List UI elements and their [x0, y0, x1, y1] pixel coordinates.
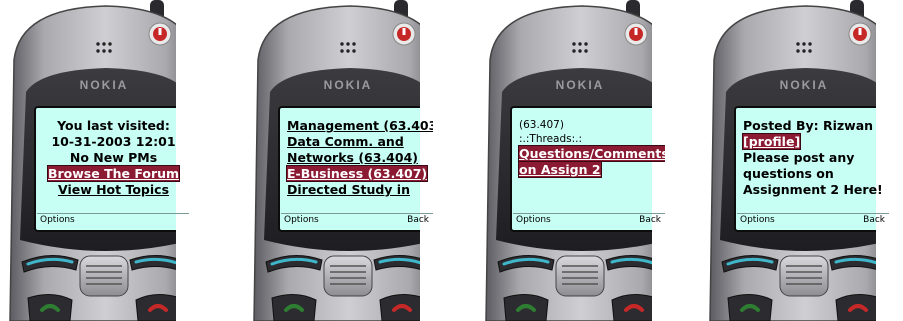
menu-link[interactable]: Networks (63.404)	[287, 150, 418, 165]
back-softkey[interactable]: Back	[407, 215, 429, 225]
phone-display-4: Posted By: Rizwan [profile] Please post an…	[737, 112, 889, 228]
menu-row: View Hot Topics	[43, 182, 184, 198]
nokia-logo: NOKIA	[80, 78, 129, 92]
softkey-divider	[281, 213, 433, 214]
screen-text: Posted By: Rizwan	[743, 118, 874, 133]
nav-key	[779, 255, 829, 297]
nokia-logo: NOKIA	[556, 78, 605, 92]
options-softkey[interactable]: Options	[740, 215, 775, 225]
selected-link[interactable]: E-Business (63.407)	[285, 165, 429, 182]
screen-text: Assignment 2 Here!	[743, 182, 883, 197]
nokia-logo: NOKIA	[780, 78, 829, 92]
end-button	[611, 294, 652, 321]
selected-link[interactable]: on Assign 2	[518, 161, 602, 178]
text-row: Please post any	[743, 150, 884, 166]
text-row: Posted By: Rizwan	[743, 118, 884, 134]
menu-link[interactable]: Data Comm. and	[287, 134, 404, 149]
end-button	[835, 294, 876, 321]
menu-row: Management (63.403)	[287, 118, 433, 134]
text-row: (63.407)	[519, 118, 660, 132]
text-row: Assignment 2 Here!	[743, 182, 884, 198]
screen-content: (63.407) :.:Threads:.: Questions/Comments o…	[518, 118, 665, 178]
screen-content: You last visited: 10-31-2003 12:01 No New …	[43, 118, 184, 198]
softkey-divider	[737, 213, 889, 214]
text-row: No New PMs	[43, 150, 184, 166]
menu-row: Directed Study in	[287, 182, 428, 198]
screen-text: :.:Threads:.:	[519, 133, 583, 145]
menu-link[interactable]: Directed Study in	[287, 182, 410, 197]
text-row: 10-31-2003 12:01	[43, 134, 184, 150]
nokia-phone-1: NOKIA You last visited: 10-31-2003 12:01 N…	[0, 0, 189, 321]
nokia-logo: NOKIA	[324, 78, 373, 92]
nokia-phone-2: NOKIA Management (63.403) Data Comm. and N…	[244, 0, 433, 321]
call-button	[503, 294, 549, 321]
menu-row: Data Comm. and	[287, 134, 428, 150]
options-softkey[interactable]: Options	[40, 215, 75, 225]
menu-row: Browse The Forum	[43, 165, 184, 182]
nav-key	[79, 255, 129, 297]
options-softkey[interactable]: Options	[284, 215, 319, 225]
back-softkey[interactable]: Back	[863, 215, 885, 225]
screen-text: questions on	[743, 166, 834, 181]
softkey-divider	[513, 213, 665, 214]
text-row: questions on	[743, 166, 884, 182]
menu-row: [profile]	[741, 133, 884, 150]
menu-row: on Assign 2	[518, 161, 660, 178]
screen-text: No New PMs	[69, 150, 158, 165]
nav-key	[323, 255, 373, 297]
options-softkey[interactable]: Options	[516, 215, 551, 225]
end-button	[135, 294, 176, 321]
menu-link[interactable]: Management (63.403)	[287, 118, 433, 133]
end-button	[379, 294, 420, 321]
screen-text: You last visited:	[57, 118, 170, 133]
phone-display-2: Management (63.403) Data Comm. and Network…	[281, 112, 433, 228]
phone-display-1: You last visited: 10-31-2003 12:01 No New …	[37, 112, 189, 228]
menu-row: Networks (63.404)	[287, 150, 428, 166]
call-button	[27, 294, 73, 321]
selected-link[interactable]: Questions/Comments	[518, 145, 665, 162]
screen-content: Posted By: Rizwan [profile] Please post an…	[741, 118, 884, 198]
screen-text: 10-31-2003 12:01	[51, 134, 176, 149]
phone-screens-strip: NOKIA You last visited: 10-31-2003 12:01 N…	[0, 0, 903, 321]
call-button	[271, 294, 317, 321]
menu-link[interactable]: View Hot Topics	[58, 182, 169, 197]
menu-row: Questions/Comments	[518, 145, 665, 162]
nokia-phone-3: NOKIA (63.407) :.:Threads:.: Questions/Com…	[476, 0, 665, 321]
screen-text: (63.407)	[519, 119, 564, 131]
nav-key	[555, 255, 605, 297]
nokia-phone-4: NOKIA Posted By: Rizwan [profile] Please p…	[700, 0, 889, 321]
menu-row: E-Business (63.407)	[285, 165, 429, 182]
phone-display-3: (63.407) :.:Threads:.: Questions/Comments o…	[513, 112, 665, 228]
selected-link[interactable]: [profile]	[741, 133, 802, 150]
call-button	[727, 294, 773, 321]
selected-link[interactable]: Browse The Forum	[46, 165, 181, 182]
text-row: :.:Threads:.:	[519, 132, 660, 146]
screen-content: Management (63.403) Data Comm. and Network…	[285, 118, 433, 198]
text-row: You last visited:	[43, 118, 184, 134]
screen-text: Please post any	[743, 150, 855, 165]
back-softkey[interactable]: Back	[639, 215, 661, 225]
softkey-divider	[37, 213, 189, 214]
